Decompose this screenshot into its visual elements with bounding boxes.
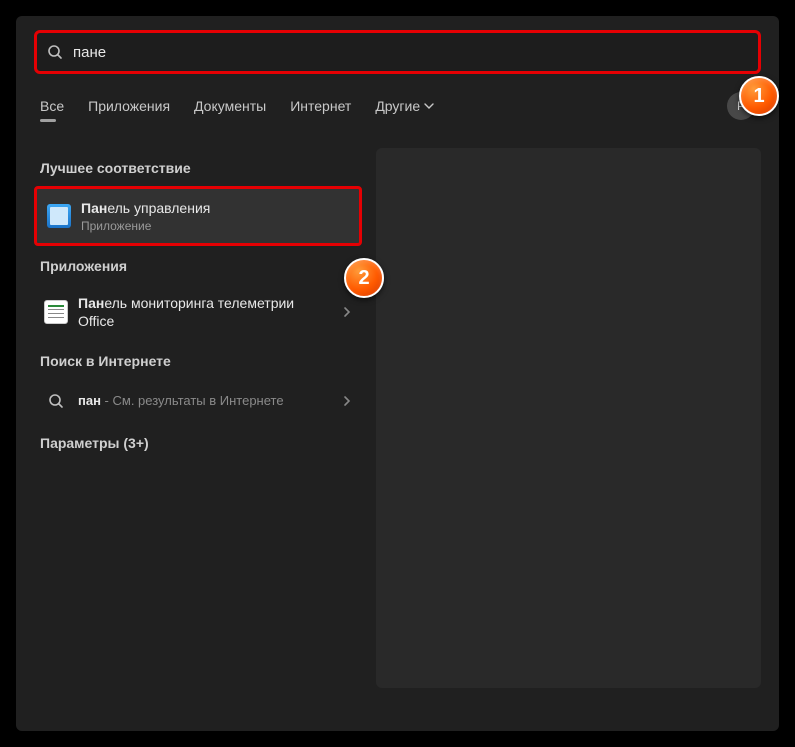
- match-rest: ель мониторинга телеметрии Office: [78, 295, 294, 329]
- result-text: Панель управления Приложение: [81, 199, 349, 233]
- annotation-badge-1: 1: [739, 76, 779, 116]
- tab-internet[interactable]: Интернет: [290, 98, 351, 114]
- match-rest: ель управления: [107, 200, 210, 216]
- result-text: Панель мониторинга телеметрии Office: [78, 294, 332, 330]
- filter-tabs: Все Приложения Документы Интернет Другие…: [34, 74, 761, 134]
- control-panel-icon: [47, 204, 71, 228]
- annotation-badge-2: 2: [344, 258, 384, 298]
- preview-pane: [376, 148, 761, 688]
- section-internet: Поиск в Интернете: [34, 341, 362, 379]
- chevron-right-icon: [342, 306, 352, 318]
- search-bar[interactable]: [34, 30, 761, 74]
- section-settings[interactable]: Параметры (3+): [34, 423, 362, 461]
- chevron-right-icon: [342, 395, 352, 407]
- result-web-search[interactable]: пан - См. результаты в Интернете: [34, 379, 362, 423]
- match-bold: Пан: [81, 200, 107, 216]
- result-subtitle: Приложение: [81, 219, 349, 233]
- tab-apps[interactable]: Приложения: [88, 98, 170, 114]
- start-search-window: Все Приложения Документы Интернет Другие…: [16, 16, 779, 731]
- tab-more[interactable]: Другие: [375, 98, 434, 114]
- match-bold: Пан: [78, 295, 104, 311]
- search-icon: [47, 44, 63, 60]
- section-apps: Приложения: [34, 246, 362, 284]
- result-office-telemetry[interactable]: Панель мониторинга телеметрии Office: [34, 284, 362, 340]
- tab-documents[interactable]: Документы: [194, 98, 266, 114]
- search-input[interactable]: [73, 44, 748, 61]
- result-text: пан - См. результаты в Интернете: [78, 393, 332, 408]
- result-control-panel[interactable]: Панель управления Приложение: [34, 186, 362, 246]
- section-best-match: Лучшее соответствие: [34, 148, 362, 186]
- tab-all[interactable]: Все: [40, 98, 64, 114]
- results-column: Лучшее соответствие Панель управления Пр…: [34, 148, 362, 688]
- chevron-down-icon: [424, 101, 434, 111]
- document-icon: [44, 300, 68, 324]
- tab-more-label: Другие: [375, 98, 420, 114]
- match-bold: пан: [78, 393, 101, 408]
- internet-suffix: - См. результаты в Интернете: [101, 393, 284, 408]
- search-icon: [44, 389, 68, 413]
